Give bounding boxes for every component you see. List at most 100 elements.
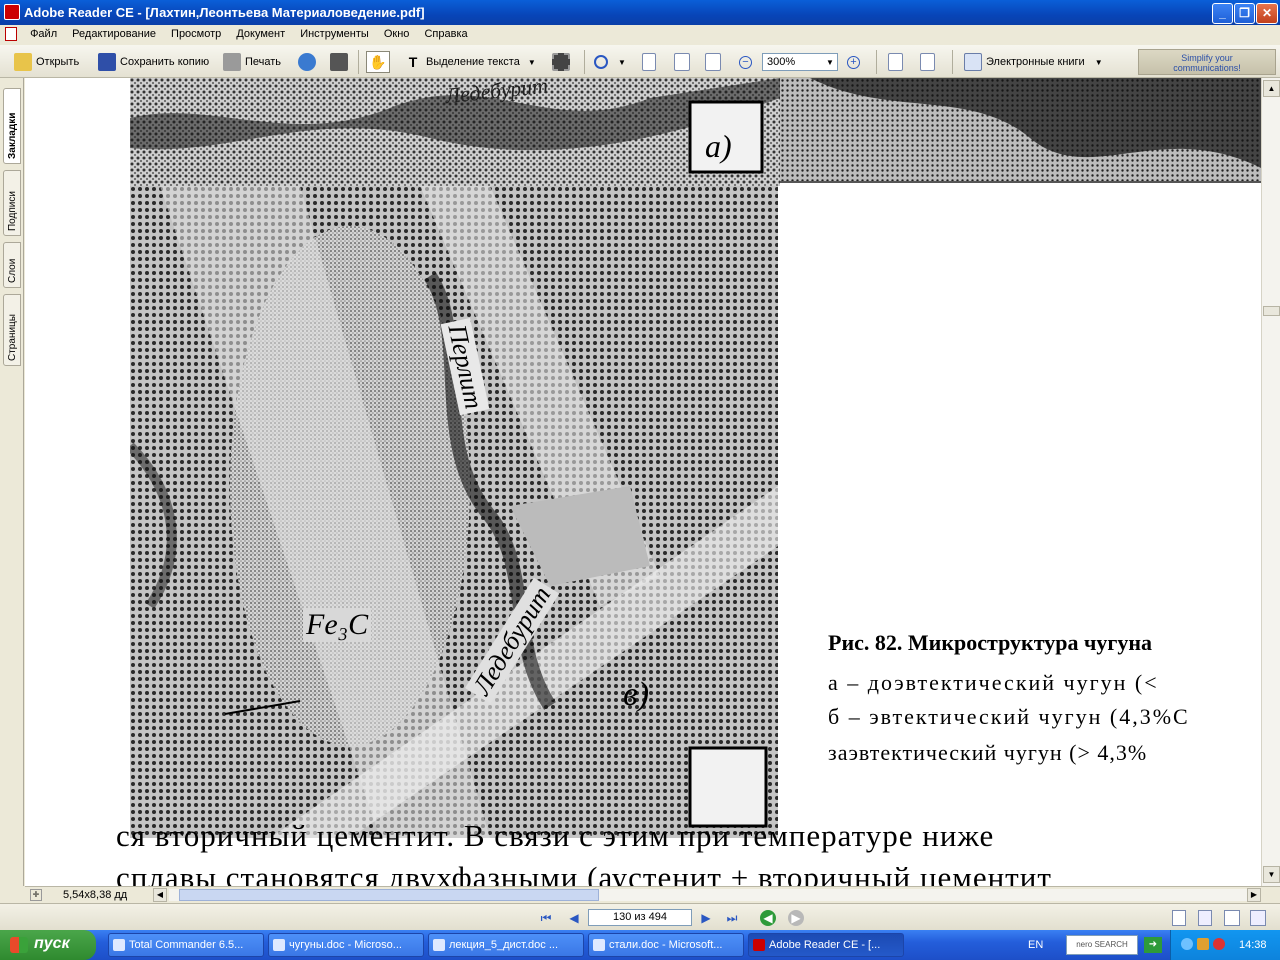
binoculars-icon: [330, 53, 348, 71]
scroll-left-button[interactable]: ◀: [153, 888, 167, 902]
page-number-input[interactable]: 130 из 494: [588, 909, 692, 926]
menu-edit[interactable]: Редактирование: [66, 25, 162, 43]
chevron-down-icon[interactable]: ▼: [1095, 58, 1103, 67]
taskbar-item-adobe-reader[interactable]: Adobe Reader CE - [...: [748, 933, 904, 957]
taskbar-item-total-commander[interactable]: Total Commander 6.5...: [108, 933, 264, 957]
floppy-icon: [98, 53, 116, 71]
tab-bookmarks[interactable]: Закладки: [3, 88, 21, 164]
go-back-button[interactable]: ◀: [760, 910, 776, 926]
window-title: Adobe Reader CE - [Лахтин,Леонтьева Мате…: [24, 5, 425, 20]
email-button[interactable]: [298, 51, 320, 73]
tab-layers-label: Слои: [7, 258, 18, 283]
system-tray: 14:38: [1170, 930, 1280, 960]
navigation-panel: Закладки Подписи Слои Страницы: [0, 78, 24, 886]
tab-pages[interactable]: Страницы: [3, 294, 21, 366]
close-button[interactable]: ✕: [1256, 3, 1278, 24]
tray-antivirus-icon[interactable]: [1213, 938, 1225, 950]
search-go-icon[interactable]: ➜: [1144, 937, 1162, 953]
next-page-button[interactable]: ▶: [698, 910, 714, 926]
document-icon[interactable]: [5, 27, 17, 41]
previous-page-button[interactable]: ◀: [566, 910, 582, 926]
chevron-down-icon[interactable]: ▼: [528, 58, 536, 67]
nero-search-box[interactable]: nero SEARCH: [1066, 935, 1138, 955]
word-icon: [433, 939, 445, 951]
save-copy-label: Сохранить копию: [120, 56, 210, 68]
zoom-in-button[interactable]: +: [847, 51, 864, 73]
toolbar-separator: [584, 50, 585, 74]
toolbar-separator: [358, 50, 359, 74]
title-bar[interactable]: Adobe Reader CE - [Лахтин,Леонтьева Мате…: [0, 0, 1280, 25]
horizontal-scroll-thumb[interactable]: [179, 889, 599, 901]
last-page-button[interactable]: ⏭: [724, 910, 740, 926]
print-label: Печать: [245, 56, 282, 68]
single-page-layout-icon[interactable]: [1172, 910, 1186, 926]
clock[interactable]: 14:38: [1239, 939, 1267, 951]
save-copy-button[interactable]: Сохранить копию: [98, 51, 209, 73]
open-button[interactable]: Открыть: [14, 51, 79, 73]
rotate-counterclockwise-button[interactable]: [920, 51, 939, 73]
scroll-down-button[interactable]: ▼: [1263, 866, 1280, 883]
rotate-clockwise-button[interactable]: [888, 51, 907, 73]
taskbar-item-lekciya-doc[interactable]: лекция_5_дист.doc ...: [428, 933, 584, 957]
go-forward-button[interactable]: ▶: [788, 910, 804, 926]
page-navigation-bar: ⏮ ◀ 130 из 494 ▶ ⏭ ◀ ▶: [0, 903, 1280, 930]
hand-tool-button[interactable]: ✋: [366, 51, 390, 73]
promo-banner[interactable]: Simplify your communications!: [1138, 49, 1276, 75]
document-view[interactable]: a) Ледебурит в) Перлит Ледебурит Fe₃C Ри…: [25, 78, 1261, 886]
ebook-icon: [964, 53, 982, 71]
restore-button[interactable]: ❐: [1234, 3, 1255, 24]
print-button[interactable]: Печать: [223, 51, 281, 73]
horizontal-scroll-track[interactable]: [169, 889, 1249, 901]
menu-tools[interactable]: Инструменты: [294, 25, 375, 43]
start-button[interactable]: пуск: [0, 930, 96, 960]
task-label: чугуны.doc - Microso...: [289, 939, 402, 951]
tab-layers[interactable]: Слои: [3, 242, 21, 288]
caption-line-b: б – эвтектический чугун (4,3%С: [828, 704, 1190, 729]
ebooks-button[interactable]: Электронные книги ▼: [964, 51, 1103, 73]
tray-network-icon[interactable]: [1197, 938, 1209, 950]
caption-line-a: а – доэвтектический чугун (<: [828, 670, 1159, 695]
tab-signatures[interactable]: Подписи: [3, 170, 21, 236]
scroll-right-button[interactable]: ▶: [1247, 888, 1261, 902]
menu-window[interactable]: Окно: [378, 25, 416, 43]
zoom-in-tool-button[interactable]: ▼: [594, 51, 626, 73]
promo-line-2: communications!: [1173, 63, 1241, 73]
menu-view[interactable]: Просмотр: [165, 25, 227, 43]
fit-page-icon: [674, 53, 690, 71]
taskbar-item-chuguny-doc[interactable]: чугуны.doc - Microso...: [268, 933, 424, 957]
facing-layout-icon[interactable]: [1224, 910, 1240, 926]
windows-logo-icon: [10, 937, 28, 953]
menu-help[interactable]: Справка: [418, 25, 473, 43]
select-text-button[interactable]: T Выделение текста ▼: [404, 51, 536, 73]
menu-document[interactable]: Документ: [230, 25, 291, 43]
actual-size-button[interactable]: [642, 51, 660, 73]
language-indicator[interactable]: EN: [1028, 939, 1043, 951]
chevron-down-icon: ▼: [826, 57, 834, 67]
caption-title: Рис. 82. Микроструктура чугуна: [828, 630, 1153, 655]
expand-icon[interactable]: ✛: [30, 889, 42, 901]
continuous-facing-layout-icon[interactable]: [1250, 910, 1266, 926]
toolbar-separator: [952, 50, 953, 74]
fit-page-button[interactable]: [674, 51, 694, 73]
zoom-dropdown-arrow[interactable]: ▼: [826, 51, 834, 73]
rotate-ccw-icon: [920, 53, 935, 71]
minimize-button[interactable]: _: [1212, 3, 1233, 24]
zoom-out-button[interactable]: −: [739, 51, 756, 73]
toolbar: Открыть Сохранить копию Печать ✋ T Выдел…: [0, 45, 1280, 78]
taskbar-item-stali-doc[interactable]: стали.doc - Microsoft...: [588, 933, 744, 957]
tab-bookmarks-label: Закладки: [7, 112, 18, 159]
first-page-button[interactable]: ⏮: [538, 910, 554, 926]
scroll-up-button[interactable]: ▲: [1263, 80, 1280, 97]
snapshot-button[interactable]: [552, 51, 574, 73]
tray-expand-icon[interactable]: [1181, 938, 1193, 950]
globe-mail-icon: [298, 53, 316, 71]
continuous-layout-icon[interactable]: [1198, 910, 1212, 926]
scroll-thumb[interactable]: [1263, 306, 1280, 316]
fit-width-button[interactable]: [705, 51, 725, 73]
vertical-scrollbar[interactable]: ▲ ▼: [1261, 78, 1280, 886]
chevron-down-icon[interactable]: ▼: [618, 58, 626, 67]
menu-file[interactable]: Файл: [24, 25, 63, 43]
search-button[interactable]: [330, 51, 352, 73]
fit-width-icon: [705, 53, 721, 71]
page-icon: [642, 53, 656, 71]
